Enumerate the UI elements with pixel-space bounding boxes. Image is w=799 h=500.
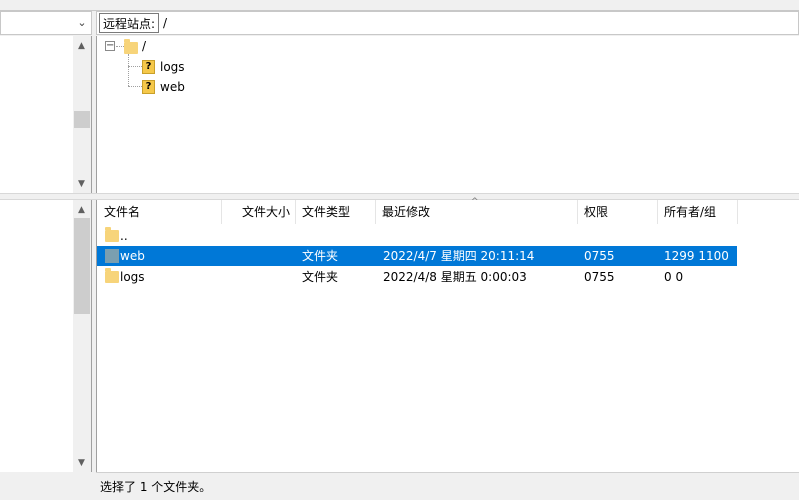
column-header-permissions[interactable]: 权限 — [577, 200, 657, 224]
scroll-down-icon[interactable]: ▼ — [73, 455, 90, 471]
tree-connector — [116, 46, 124, 47]
chevron-down-icon[interactable]: ⌄ — [74, 14, 90, 32]
row-filetype: 文件夹 — [302, 270, 339, 284]
tree-item-root[interactable]: / — [142, 36, 146, 56]
column-divider[interactable] — [737, 200, 738, 224]
folder-icon — [105, 249, 119, 263]
row-owner: 0 0 — [664, 270, 684, 284]
column-header-owner[interactable]: 所有者/组 — [657, 200, 737, 224]
row-owner: 1299 1100 — [664, 249, 729, 263]
folder-icon — [105, 268, 119, 283]
table-row[interactable]: .. — [97, 226, 737, 246]
status-text: 选择了 1 个文件夹。 — [100, 480, 212, 494]
tree-connector — [128, 54, 129, 86]
local-file-list[interactable]: ▲ ▼ — [0, 200, 92, 472]
row-filename: .. — [120, 229, 128, 243]
remote-file-list[interactable]: 文件名 文件大小 文件类型 最近修改 ^ 权限 所有者/组 .. web 文件夹… — [96, 197, 799, 472]
tree-item-logs[interactable]: logs — [160, 57, 185, 77]
tree-connector — [128, 86, 142, 87]
scroll-up-icon[interactable]: ▲ — [73, 38, 90, 54]
row-filetype: 文件夹 — [302, 249, 339, 263]
folder-icon — [105, 227, 119, 242]
unknown-folder-icon: ? — [142, 60, 155, 74]
table-row[interactable]: logs 文件夹 2022/4/8 星期五 0:00:03 0755 0 0 — [97, 267, 737, 287]
column-divider[interactable] — [221, 200, 222, 224]
local-directory-tree[interactable]: ▲ ▼ — [0, 36, 92, 193]
collapse-toggle-icon[interactable]: − — [105, 41, 115, 51]
row-modified: 2022/4/7 星期四 20:11:14 — [383, 249, 535, 263]
remote-path-input[interactable]: / — [160, 14, 790, 32]
row-filename: web — [120, 249, 145, 263]
unknown-folder-icon: ? — [142, 80, 155, 94]
tree-connector — [128, 66, 142, 67]
column-header-row: 文件名 文件大小 文件类型 最近修改 ^ 权限 所有者/组 — [97, 197, 799, 224]
column-header-filetype[interactable]: 文件类型 — [295, 200, 375, 224]
scroll-up-icon[interactable]: ▲ — [73, 202, 90, 218]
table-row-selected[interactable]: web 文件夹 2022/4/7 星期四 20:11:14 0755 1299 … — [97, 246, 737, 266]
row-permissions: 0755 — [584, 270, 615, 284]
column-header-filename[interactable]: 文件名 — [97, 200, 221, 224]
folder-icon — [124, 39, 138, 54]
row-permissions: 0755 — [584, 249, 615, 263]
scrollbar-thumb[interactable] — [74, 111, 90, 128]
horizontal-splitter[interactable] — [0, 193, 799, 200]
local-tree-scrollbar[interactable]: ▲ ▼ — [73, 36, 91, 193]
local-list-scrollbar[interactable]: ▲ ▼ — [73, 200, 91, 472]
tree-item-web[interactable]: web — [160, 77, 185, 97]
remote-directory-tree[interactable]: − / ? logs ? web — [96, 36, 799, 193]
column-header-filesize[interactable]: 文件大小 — [235, 200, 295, 224]
scroll-down-icon[interactable]: ▼ — [73, 176, 90, 192]
top-toolbar-strip — [0, 0, 799, 11]
scrollbar-thumb[interactable] — [74, 218, 90, 314]
row-modified: 2022/4/8 星期五 0:00:03 — [383, 270, 527, 284]
sort-indicator-icon: ^ — [471, 197, 479, 207]
remote-site-label: 远程站点: — [99, 13, 160, 33]
row-filename: logs — [120, 270, 145, 284]
